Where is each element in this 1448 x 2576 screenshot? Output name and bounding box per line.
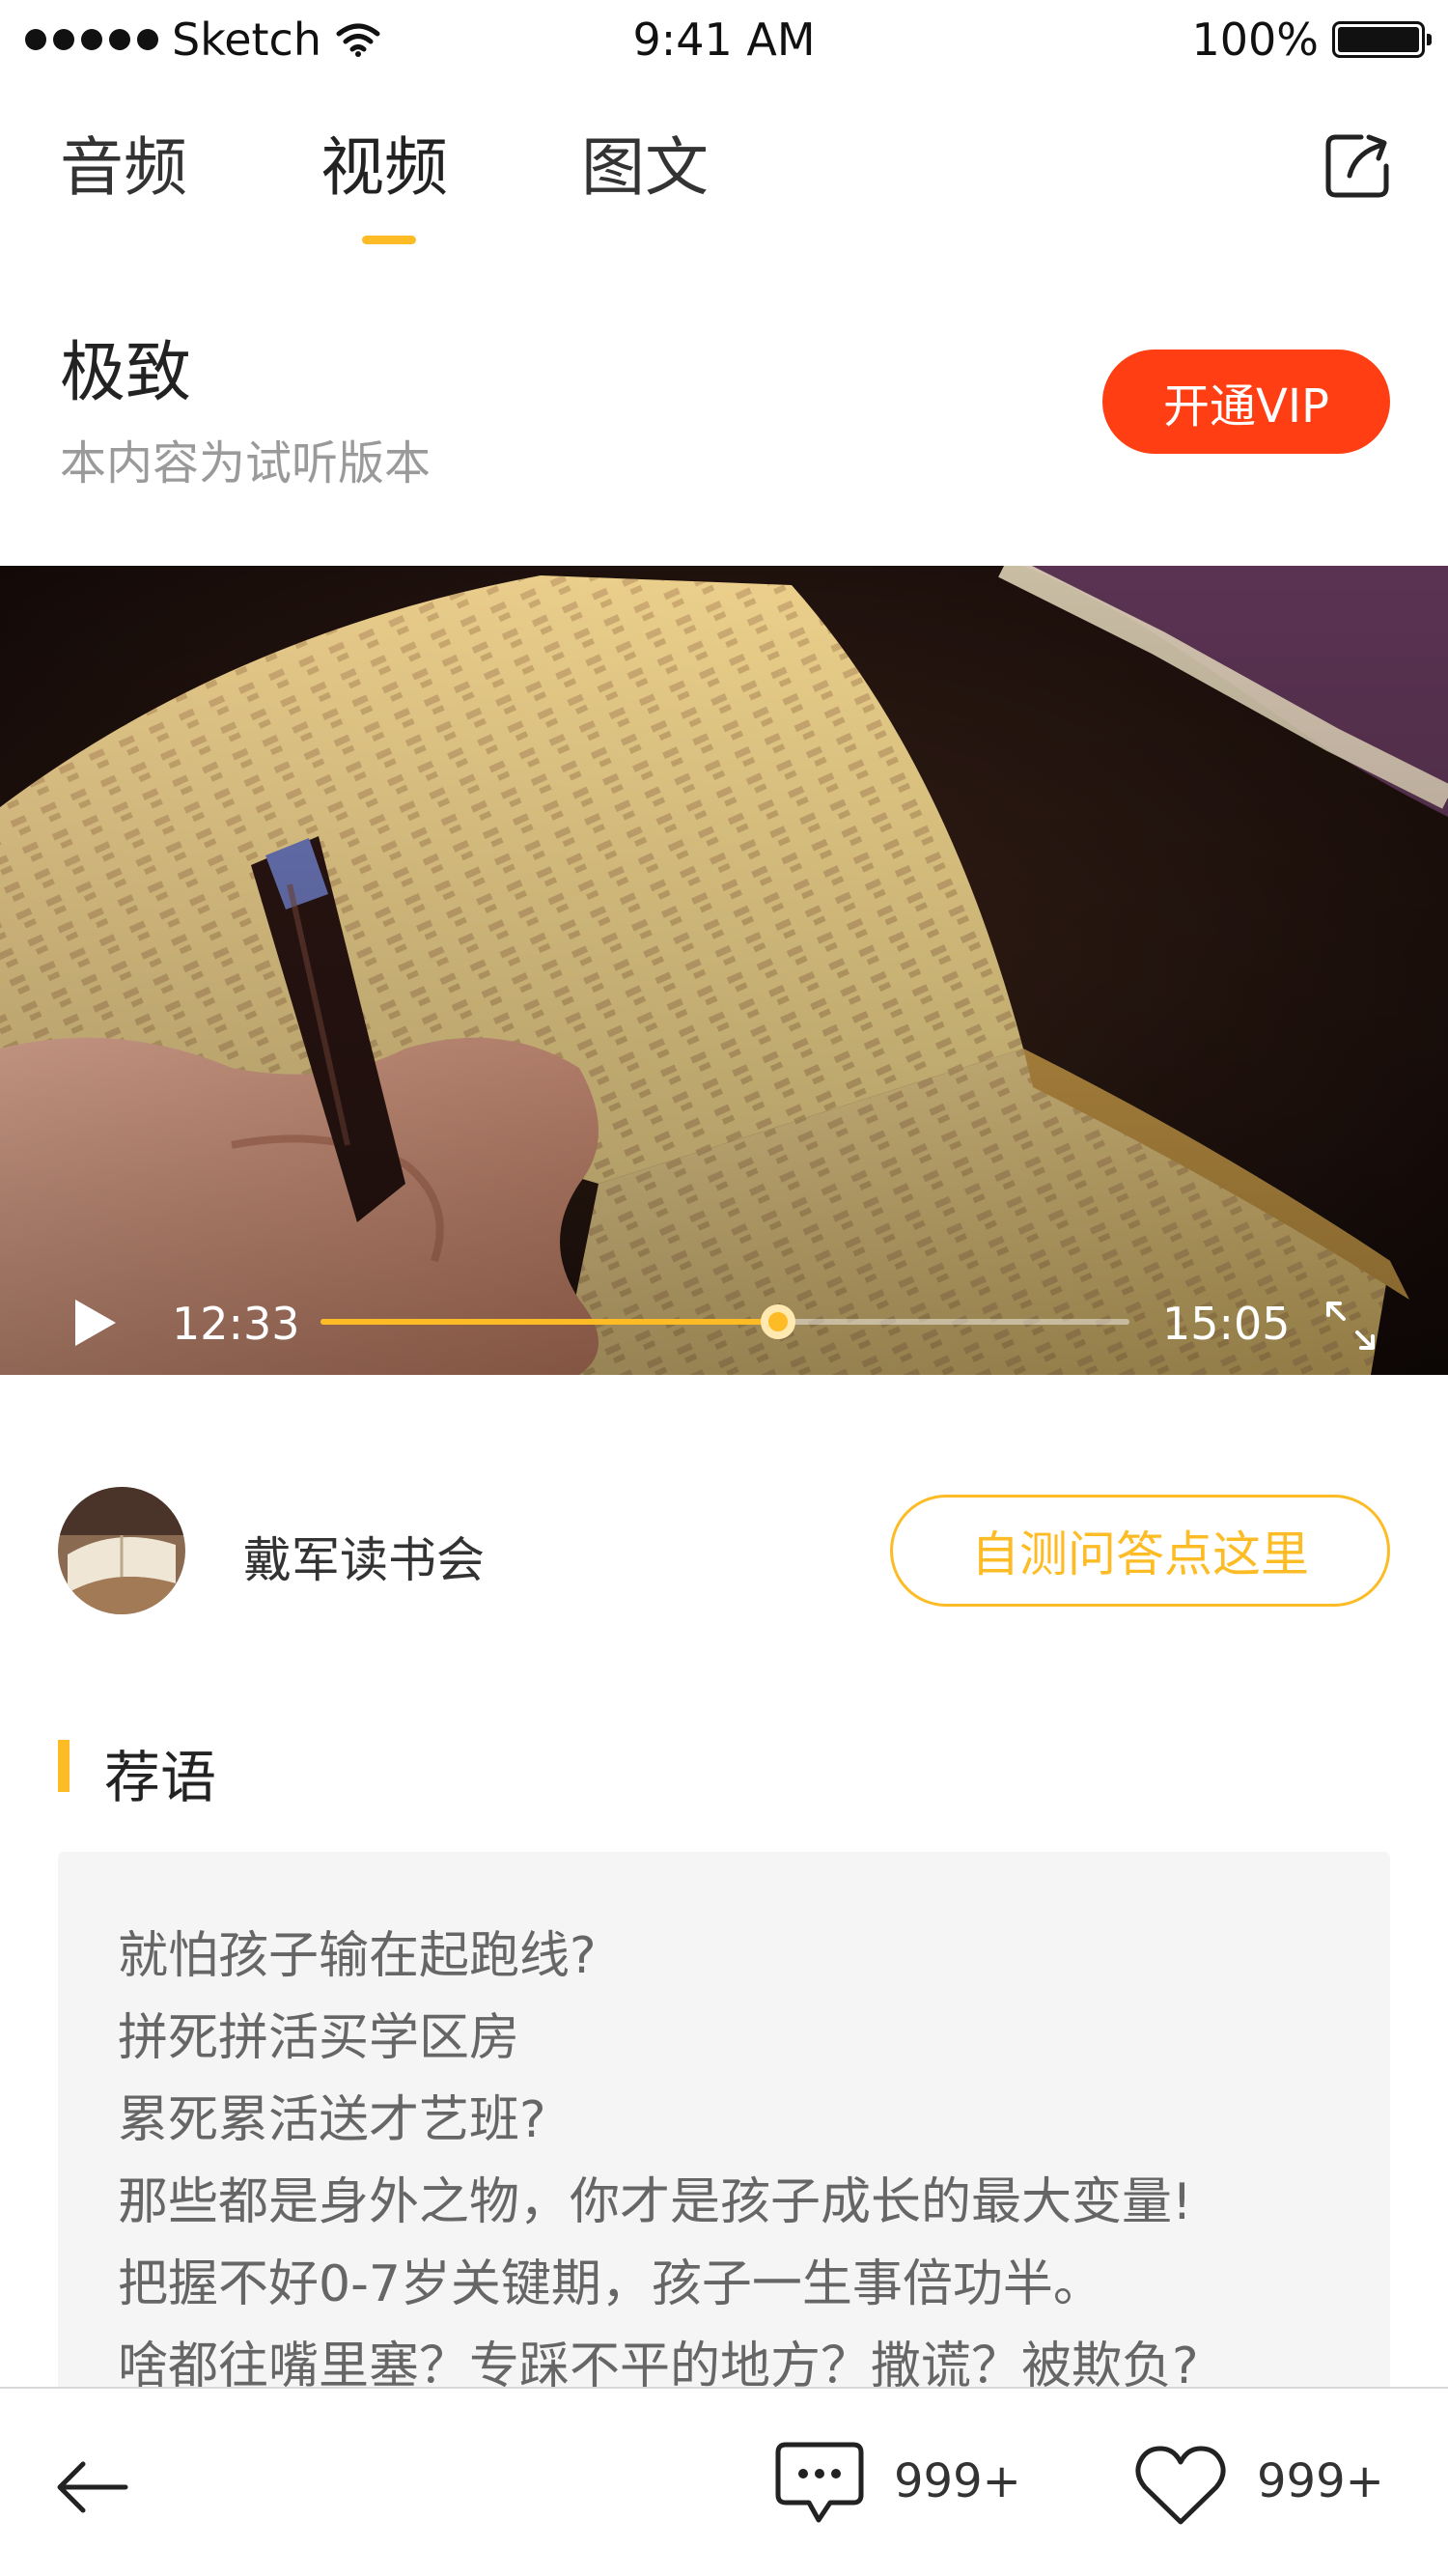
heart-icon[interactable]: [1133, 2445, 1228, 2528]
bottom-bar: 999+ 999+: [0, 2387, 1448, 2576]
active-tab-indicator: [362, 236, 416, 244]
recommendation-line: 啥都往嘴里塞？专踩不平的地方？撒谎？被欺负?: [118, 2338, 1199, 2393]
recommendation-box: 就怕孩子输在起跑线? 拼死拼活买学区房 累死累活送才艺班? 那些都是身外之物，你…: [58, 1852, 1390, 2393]
video-player[interactable]: [0, 566, 1448, 1375]
tab-text[interactable]: 图文: [581, 116, 709, 209]
tab-audio[interactable]: 音频: [60, 116, 187, 209]
total-time: 15:05: [1162, 1298, 1291, 1350]
progress-bar[interactable]: [320, 1304, 1129, 1339]
tab-video[interactable]: 视频: [320, 116, 448, 209]
author-name[interactable]: 戴军读书会: [243, 1522, 485, 1591]
recommendation-line: 把握不好0-7岁关键期，孩子一生事倍功半。: [118, 2255, 1103, 2313]
section-accent-bar: [58, 1740, 70, 1792]
status-right: 100%: [1191, 14, 1432, 66]
back-arrow-icon[interactable]: [54, 2456, 131, 2518]
video-frame: [0, 566, 1448, 1375]
fullscreen-icon[interactable]: [1323, 1298, 1378, 1354]
recommendation-text: 就怕孩子输在起跑线? 拼死拼活买学区房 累死累活送才艺班? 那些都是身外之物，你…: [118, 1916, 1199, 2393]
recommendation-line: 拼死拼活买学区房: [118, 2009, 520, 2067]
open-vip-button[interactable]: 开通VIP: [1102, 350, 1390, 454]
comment-icon[interactable]: [774, 2441, 865, 2526]
like-count: 999+: [1257, 2454, 1384, 2508]
share-icon[interactable]: [1323, 131, 1392, 201]
recommendation-line: 就怕孩子输在起跑线?: [118, 1927, 597, 1985]
battery-icon: [1332, 21, 1432, 58]
avatar[interactable]: [58, 1487, 185, 1614]
book-avatar-image: [58, 1487, 185, 1614]
status-bar: Sketch 9:41 AM 100%: [0, 0, 1448, 83]
play-icon[interactable]: [68, 1296, 122, 1350]
progress-fill: [320, 1319, 779, 1325]
comment-count: 999+: [894, 2454, 1021, 2508]
content-tabs: 音频 视频 图文: [0, 116, 1448, 251]
page-title: 极致: [60, 335, 192, 411]
self-test-quiz-button[interactable]: 自测问答点这里: [890, 1495, 1390, 1607]
section-title: 荐语: [104, 1745, 217, 1810]
battery-percent: 100%: [1191, 14, 1319, 66]
recommendation-line: 累死累活送才艺班?: [118, 2091, 546, 2149]
recommendation-line: 那些都是身外之物，你才是孩子成长的最大变量!: [118, 2173, 1192, 2231]
current-time: 12:33: [172, 1298, 300, 1350]
trial-notice: 本内容为试听版本: [60, 436, 432, 490]
